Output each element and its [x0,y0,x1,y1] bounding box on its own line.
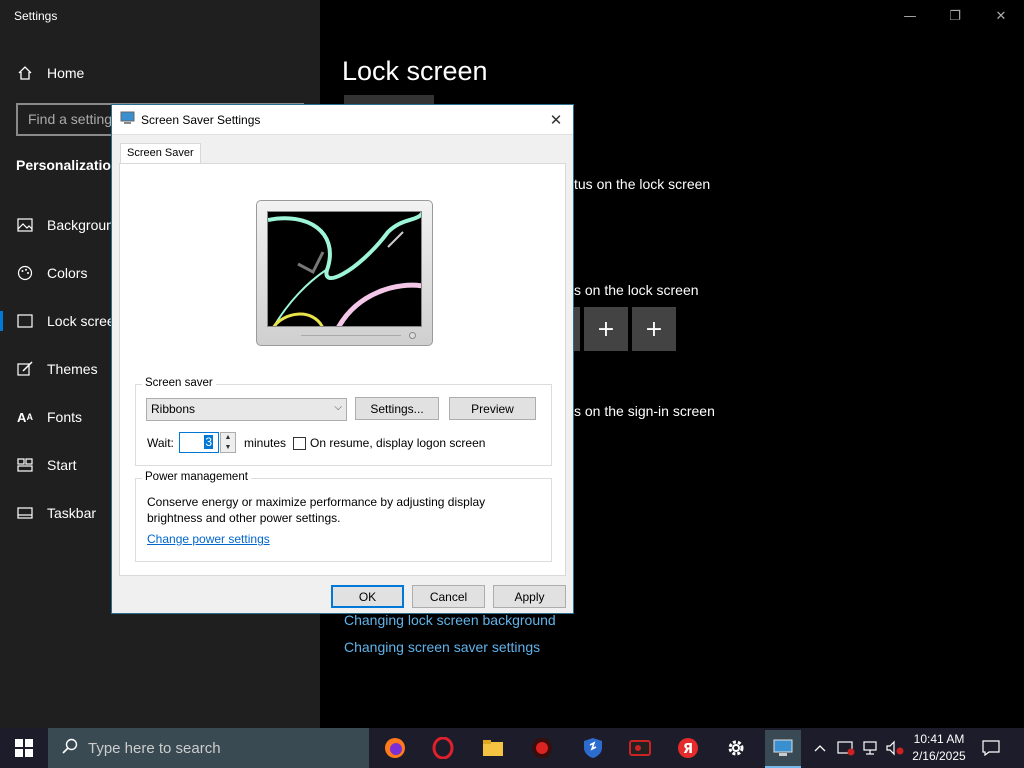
power-group-label: Power management [142,471,251,483]
tab-screen-saver[interactable]: Screen Saver [120,143,201,165]
palette-icon [16,264,34,282]
spin-down-icon[interactable]: ▼ [225,444,232,451]
window-title: Settings [14,9,58,23]
svg-text:Я: Я [683,742,693,757]
start-button[interactable] [0,728,48,768]
screen-saver-preview [267,211,422,327]
screen-saver-icon [120,111,135,128]
nav-item-label: Start [47,457,77,473]
screen-saver-link[interactable]: Changing screen saver settings [344,639,540,655]
screen-saver-dialog: Screen Saver Settings ✕ Screen Saver Scr… [111,104,574,614]
screen-recorder-icon[interactable] [624,732,656,764]
file-explorer-icon[interactable] [477,732,509,764]
add-quick-status-button[interactable]: + [632,307,676,351]
dialog-title: Screen Saver Settings [141,112,261,127]
power-description: Conserve energy or maximize performance … [147,495,486,525]
home-icon [16,64,34,82]
quick-status-label: s on the lock screen [574,282,699,298]
yandex-browser-icon[interactable]: Я [672,732,704,764]
wait-value: 3 [204,435,213,449]
clock-time: 10:41 AM [913,732,965,746]
preview-button[interactable]: Preview [449,397,536,420]
spin-up-icon[interactable]: ▲ [225,434,232,441]
plus-icon: + [596,316,616,342]
dialog-titlebar[interactable]: Screen Saver Settings [112,105,573,135]
power-management-group: Power management Conserve energy or maxi… [135,471,552,562]
lock-screen-icon [16,312,34,330]
volume-muted-icon[interactable] [885,728,905,768]
vpn-shield-icon[interactable] [577,732,609,764]
nav-home-label: Home [47,65,85,81]
selected-screen-saver: Ribbons [151,402,196,416]
dialog-close-icon[interactable]: ✕ [545,109,567,131]
close-icon[interactable]: ✕ [991,6,1011,26]
taskbar-search-box[interactable]: Type here to search [48,728,369,768]
security-tray-icon[interactable] [837,728,855,768]
logon-screen-checkbox[interactable] [293,437,306,450]
tab-panel: Screen saver Ribbons ⌵ Settings... Previ… [119,163,566,576]
start-grid-icon [16,456,34,474]
app-red-icon[interactable] [526,732,558,764]
lock-screen-background-link[interactable]: Changing lock screen background [344,612,556,628]
chevron-up-icon [814,745,826,752]
wait-minutes-input[interactable]: 3 [179,432,219,453]
screen-saver-group: Screen saver Ribbons ⌵ Settings... Previ… [135,377,552,466]
image-icon [16,216,34,234]
section-heading: Personalization [16,157,120,173]
monitor-stand [301,335,401,339]
font-icon: AA [17,409,33,425]
restore-icon[interactable]: ❐ [945,6,965,26]
brush-icon [16,360,34,378]
screen-saver-taskbar-icon[interactable] [765,730,801,768]
nav-home[interactable]: Home [0,53,320,93]
change-power-settings-link[interactable]: Change power settings [147,532,270,546]
preview-monitor [256,200,433,346]
detailed-status-label: tus on the lock screen [574,176,711,192]
nav-item-label: Fonts [47,409,83,425]
signin-background-label: s on the sign-in screen [574,403,715,419]
page-title: Lock screen [342,56,488,86]
taskbar-clock[interactable]: 10:41 AM 2/16/2025 [906,731,972,765]
screen-saver-select[interactable]: Ribbons ⌵ [146,398,347,421]
taskbar-icon [16,504,34,522]
nav-item-label: Colors [47,265,88,281]
clock-date: 2/16/2025 [912,749,966,763]
cancel-button[interactable]: Cancel [412,585,485,608]
firefox-icon[interactable] [379,732,411,764]
apply-button[interactable]: Apply [493,585,566,608]
add-quick-status-button[interactable]: + [584,307,628,351]
plus-icon: + [644,316,664,342]
nav-item-label: Taskbar [47,505,97,521]
search-icon [62,738,78,758]
monitor-power-led [409,332,416,339]
logon-screen-checkbox-label[interactable]: On resume, display logon screen [310,436,485,450]
nav-item-label: Themes [47,361,98,377]
chevron-down-icon: ⌵ [334,402,342,413]
wait-spinner[interactable]: ▲ ▼ [220,432,236,453]
windows-logo-icon [15,739,33,757]
taskbar-search-placeholder: Type here to search [88,739,221,757]
minutes-label: minutes [244,436,287,450]
taskbar: Type here to search Я 10:41 AM 2/16/2025 [0,728,1024,768]
notifications-icon[interactable] [982,728,1000,768]
wait-label: Wait: [147,436,174,450]
settings-gear-icon[interactable] [720,732,752,764]
show-hidden-icons[interactable] [814,728,826,768]
ok-button[interactable]: OK [331,585,404,608]
screen-saver-group-label: Screen saver [142,377,216,389]
minimize-icon[interactable]: — [900,6,920,26]
network-icon[interactable] [862,728,880,768]
settings-button[interactable]: Settings... [355,397,439,420]
opera-icon[interactable] [427,732,459,764]
